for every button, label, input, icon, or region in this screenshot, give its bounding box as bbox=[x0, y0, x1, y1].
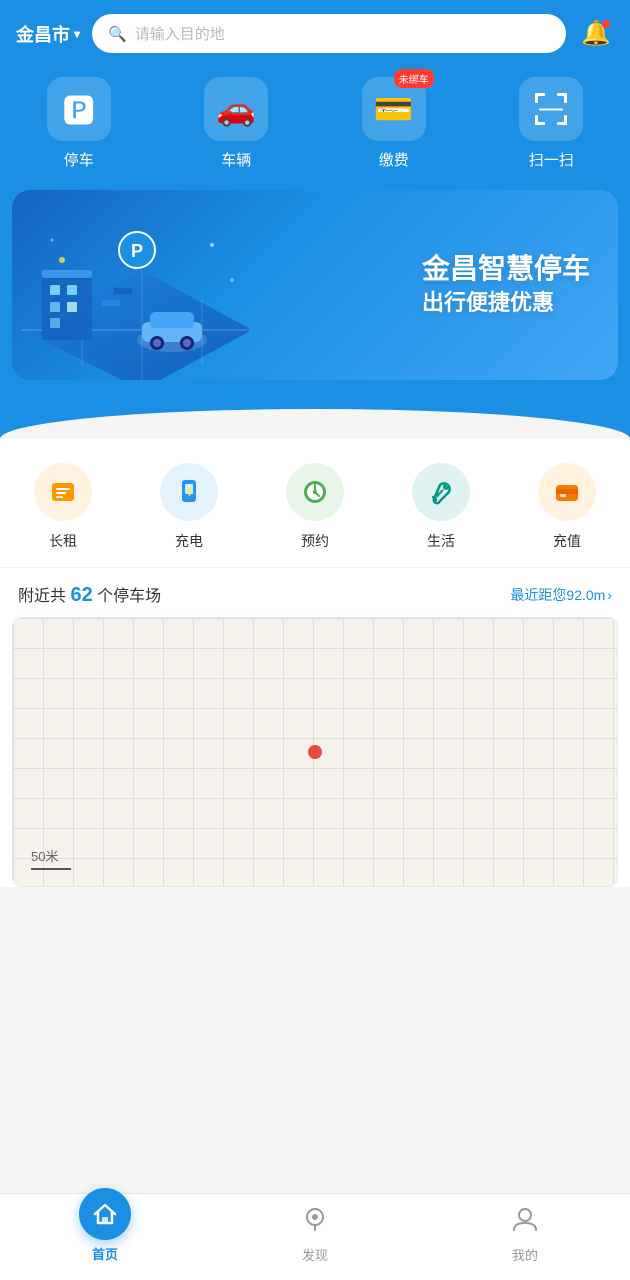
city-selector[interactable]: 金昌市 ▾ bbox=[16, 21, 80, 47]
sec-menu-topup[interactable]: 充值 bbox=[504, 463, 630, 551]
nav-item-home[interactable]: 首页 bbox=[0, 1206, 210, 1263]
nav-discover-label: 发现 bbox=[302, 1245, 328, 1264]
nav-item-discover[interactable]: 发现 bbox=[210, 1204, 420, 1264]
parking-icon: 🅿 bbox=[63, 86, 95, 132]
nearby-count: 62 bbox=[70, 584, 92, 606]
nearby-suffix: 个停车场 bbox=[93, 588, 161, 605]
nav-item-profile[interactable]: 我的 bbox=[420, 1204, 630, 1264]
nav-home-label: 首页 bbox=[92, 1244, 118, 1263]
parking-label: 停车 bbox=[64, 149, 94, 170]
charging-icon bbox=[160, 463, 218, 521]
banner-text-block: 金昌智慧停车 出行便捷优惠 bbox=[422, 251, 618, 318]
top-menu: 🅿 停车 🚗 车辆 💳 未绑车 缴费 bbox=[0, 67, 630, 190]
topup-label: 充值 bbox=[553, 531, 581, 551]
white-section: 长租 充电 bbox=[0, 439, 630, 887]
banner-title: 金昌智慧停车 bbox=[422, 251, 590, 287]
city-name: 金昌市 bbox=[16, 21, 70, 47]
banner-illustration: P bbox=[12, 190, 262, 380]
reservation-label: 预约 bbox=[301, 531, 329, 551]
nav-profile-label: 我的 bbox=[512, 1245, 538, 1264]
banner-wrap: P 金昌智慧停车 出行便捷优惠 bbox=[0, 190, 630, 410]
distance-arrow-icon: › bbox=[607, 587, 612, 603]
parking-icon-wrap: 🅿 bbox=[47, 77, 111, 141]
notification-dot bbox=[602, 20, 610, 28]
svg-text:P: P bbox=[131, 241, 143, 261]
charging-label: 充电 bbox=[175, 531, 203, 551]
life-label: 生活 bbox=[427, 531, 455, 551]
bottom-navigation: 首页 发现 我的 bbox=[0, 1193, 630, 1280]
payment-icon-wrap: 💳 未绑车 bbox=[362, 77, 426, 141]
menu-item-scan[interactable]: 扫一扫 bbox=[473, 77, 630, 170]
city-chevron-icon: ▾ bbox=[74, 27, 80, 41]
scan-label: 扫一扫 bbox=[529, 149, 574, 170]
vehicle-icon: 🚗 bbox=[216, 90, 256, 128]
banner-subtitle: 出行便捷优惠 bbox=[422, 288, 590, 319]
distance-text: 最近距您92.0m bbox=[510, 585, 605, 605]
discover-icon bbox=[300, 1204, 330, 1241]
vehicle-label: 车辆 bbox=[221, 149, 251, 170]
payment-icon: 💳 bbox=[374, 90, 414, 128]
map-location-dot bbox=[308, 745, 322, 759]
menu-item-payment[interactable]: 💳 未绑车 缴费 bbox=[315, 77, 473, 170]
topup-icon bbox=[538, 463, 596, 521]
promo-banner[interactable]: P 金昌智慧停车 出行便捷优惠 bbox=[12, 190, 618, 380]
menu-item-parking[interactable]: 🅿 停车 bbox=[0, 77, 158, 170]
long-rent-icon bbox=[34, 463, 92, 521]
nearby-title: 附近共 62 个停车场 bbox=[18, 582, 161, 607]
scan-icon-wrap bbox=[519, 77, 583, 141]
search-placeholder: 请输入目的地 bbox=[135, 23, 225, 44]
payment-label: 缴费 bbox=[379, 149, 409, 170]
life-icon bbox=[412, 463, 470, 521]
scale-line bbox=[31, 868, 71, 870]
map-scale: 50米 bbox=[31, 846, 71, 870]
scan-icon bbox=[533, 91, 569, 127]
sec-menu-charging[interactable]: 充电 bbox=[126, 463, 252, 551]
search-icon: 🔍 bbox=[108, 25, 127, 43]
wave-divider bbox=[0, 409, 630, 439]
nearby-distance[interactable]: 最近距您92.0m › bbox=[510, 585, 612, 605]
app-header: 金昌市 ▾ 🔍 请输入目的地 🔔 bbox=[0, 0, 630, 67]
nearby-header: 附近共 62 个停车场 最近距您92.0m › bbox=[0, 567, 630, 617]
menu-item-vehicle[interactable]: 🚗 车辆 bbox=[158, 77, 316, 170]
secondary-menu: 长租 充电 bbox=[0, 439, 630, 567]
home-icon bbox=[79, 1188, 131, 1240]
search-bar[interactable]: 🔍 请输入目的地 bbox=[92, 14, 566, 53]
unbound-badge: 未绑车 bbox=[394, 69, 434, 88]
profile-icon bbox=[510, 1204, 540, 1241]
nearby-prefix: 附近共 bbox=[18, 588, 70, 605]
scale-label: 50米 bbox=[31, 849, 58, 864]
bottom-spacer bbox=[0, 897, 630, 987]
sec-menu-long-rent[interactable]: 长租 bbox=[0, 463, 126, 551]
notification-bell[interactable]: 🔔 bbox=[578, 16, 614, 52]
sec-menu-reservation[interactable]: 预约 bbox=[252, 463, 378, 551]
map-area[interactable]: 50米 bbox=[12, 617, 618, 887]
vehicle-icon-wrap: 🚗 bbox=[204, 77, 268, 141]
reservation-icon bbox=[286, 463, 344, 521]
sec-menu-life[interactable]: 生活 bbox=[378, 463, 504, 551]
long-rent-label: 长租 bbox=[49, 531, 77, 551]
